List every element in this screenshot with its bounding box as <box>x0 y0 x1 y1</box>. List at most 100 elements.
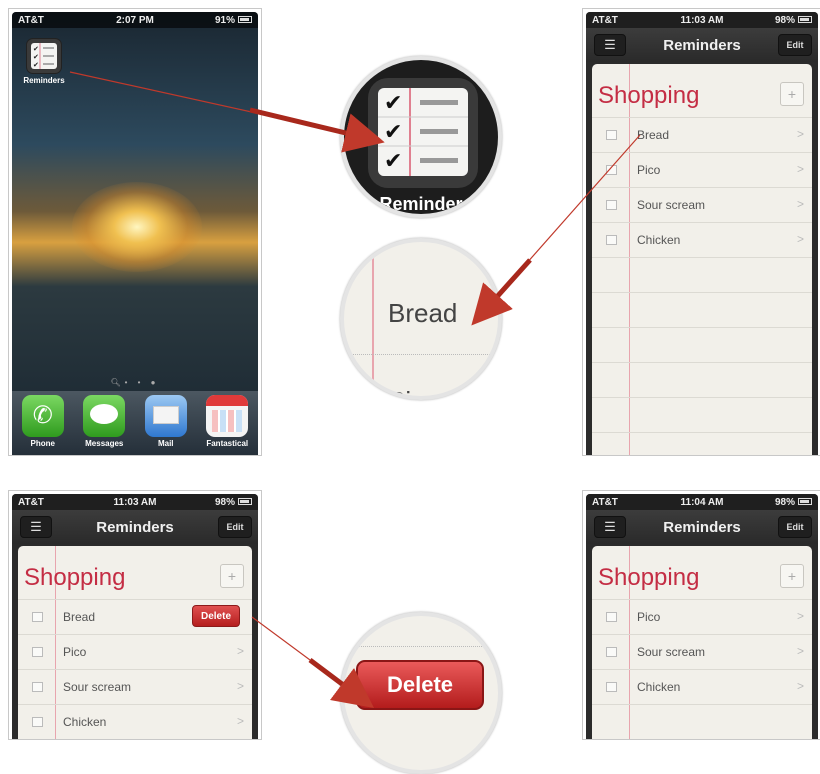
dock-label: Fantastical <box>206 439 249 448</box>
edit-button[interactable]: Edit <box>218 516 252 538</box>
checkbox[interactable] <box>606 647 617 657</box>
list-item[interactable]: Chicken > <box>592 222 812 257</box>
time-label: 11:03 AM <box>680 14 724 26</box>
item-label: Bread <box>63 610 96 624</box>
chevron-right-icon: > <box>796 127 804 141</box>
checkbox[interactable] <box>32 682 43 692</box>
item-label: Sour scream <box>63 680 132 694</box>
nav-bar: ☰ Reminders Edit <box>586 510 818 544</box>
svg-text:✔: ✔ <box>384 91 402 116</box>
checkbox[interactable] <box>606 130 617 140</box>
edit-button[interactable]: Edit <box>778 516 812 538</box>
item-label: Pico <box>637 610 661 624</box>
menu-icon[interactable]: ☰ <box>20 516 52 538</box>
zoom-bread-row: Bread Pico <box>340 238 502 400</box>
status-bar: AT&T 2:07 PM 91% <box>12 12 258 28</box>
calendar-icon <box>206 395 249 437</box>
item-label: Sour scream <box>637 198 706 212</box>
nav-title: Reminders <box>663 518 741 536</box>
list-item[interactable]: Pico > <box>592 152 812 187</box>
chevron-right-icon: > <box>236 644 244 658</box>
list-paper: Shopping + Bread Delete Pico > Sour scream… <box>18 546 252 739</box>
list-item[interactable]: Bread > <box>592 117 812 152</box>
checkbox[interactable] <box>606 612 617 622</box>
checkbox[interactable] <box>606 165 617 175</box>
chevron-right-icon: > <box>796 232 804 246</box>
list-title: Shopping <box>598 82 700 109</box>
item-label: Pico <box>637 163 661 177</box>
checkbox[interactable] <box>32 612 43 622</box>
battery-icon <box>798 498 812 506</box>
phone-icon: ✆ <box>21 395 64 437</box>
chevron-right-icon: > <box>796 679 804 693</box>
list-item[interactable]: Pico > <box>592 599 812 634</box>
status-bar: AT&T 11:04 AM 98% <box>586 494 818 510</box>
nav-title: Reminders <box>96 518 174 536</box>
item-label: Chicken <box>63 715 107 729</box>
zoom-icon-label: Reminder <box>379 194 463 214</box>
add-icon[interactable]: + <box>220 564 244 588</box>
dock-phone[interactable]: ✆ Phone <box>18 395 68 448</box>
list-item[interactable]: Chicken > <box>592 669 812 704</box>
svg-text:✔: ✔ <box>33 53 39 61</box>
reminders-screen-b: AT&T 11:03 AM 98% ☰ Reminders Edit Shopp… <box>8 490 262 740</box>
chevron-right-icon: > <box>236 679 244 693</box>
checkbox[interactable] <box>32 717 43 727</box>
menu-icon[interactable]: ☰ <box>594 516 626 538</box>
item-label: Chicken <box>637 680 681 694</box>
edit-button[interactable]: Edit <box>778 34 812 56</box>
list-item[interactable]: Sour scream > <box>592 634 812 669</box>
checklist-icon: ✔ ✔ ✔ <box>378 88 468 176</box>
list-title: Shopping <box>598 564 700 591</box>
dock-messages[interactable]: Messages <box>79 395 129 448</box>
time-label: 11:04 AM <box>680 496 724 508</box>
item-label: Sour scream <box>637 645 706 659</box>
status-bar: AT&T 11:03 AM 98% <box>12 494 258 510</box>
list-item[interactable]: Pico > <box>18 634 252 669</box>
zoom-reminders-icon: ✔ ✔ ✔ Reminder <box>340 56 502 218</box>
nav-bar: ☰ Reminders Edit <box>12 510 258 544</box>
zoom-bread-label: Bread <box>388 298 458 328</box>
list-paper: Shopping + Bread > Pico > Sour scream > Chi… <box>592 64 812 455</box>
battery-label: 91% <box>214 14 235 26</box>
item-label: Pico <box>63 645 87 659</box>
reminders-screen-c: AT&T 11:04 AM 98% ☰ Reminders Edit Shopp… <box>582 490 820 740</box>
dock-mail[interactable]: Mail <box>141 395 191 448</box>
zoom-delete-label[interactable]: Delete <box>356 660 484 710</box>
battery-icon <box>238 16 252 24</box>
status-bar: AT&T 11:03 AM 98% <box>586 12 818 28</box>
reminders-app-icon[interactable]: ✔ ✔ ✔ <box>26 38 62 74</box>
checkbox[interactable] <box>32 647 43 657</box>
item-label: Chicken <box>637 233 681 247</box>
delete-button[interactable]: Delete <box>192 605 240 627</box>
checkbox[interactable] <box>606 200 617 210</box>
add-icon[interactable]: + <box>780 564 804 588</box>
checkbox[interactable] <box>606 682 617 692</box>
list-item[interactable]: Sour scream > <box>592 187 812 222</box>
reminders-app-label: Reminders <box>23 76 65 85</box>
time-label: 11:03 AM <box>113 496 157 508</box>
menu-icon[interactable]: ☰ <box>594 34 626 56</box>
dock: ✆ Phone Messages Mail Fantastical <box>12 391 258 455</box>
page-indicator: 🔍︎• • ● <box>110 378 160 387</box>
svg-text:✔: ✔ <box>33 45 39 53</box>
dock-label: Messages <box>85 439 124 448</box>
sunset-wallpaper <box>72 182 202 272</box>
mail-icon <box>144 395 187 437</box>
chevron-right-icon: > <box>796 162 804 176</box>
list-item[interactable]: Sour scream > <box>18 669 252 704</box>
add-icon[interactable]: + <box>780 82 804 106</box>
dock-fantastical[interactable]: Fantastical <box>202 395 252 448</box>
chevron-right-icon: > <box>236 714 244 728</box>
battery-icon <box>238 498 252 506</box>
svg-text:✔: ✔ <box>33 61 39 69</box>
checkbox[interactable] <box>606 235 617 245</box>
nav-bar: ☰ Reminders Edit <box>586 28 818 62</box>
dock-label: Phone <box>30 439 55 448</box>
home-screen-frame: AT&T 2:07 PM 91% ✔ ✔ ✔ Reminders 🔍︎• • ●… <box>8 8 262 456</box>
dock-label: Mail <box>157 439 174 448</box>
chevron-right-icon: > <box>796 197 804 211</box>
chevron-right-icon: > <box>796 644 804 658</box>
battery-icon <box>798 16 812 24</box>
list-item[interactable]: Bread Delete <box>18 599 252 634</box>
